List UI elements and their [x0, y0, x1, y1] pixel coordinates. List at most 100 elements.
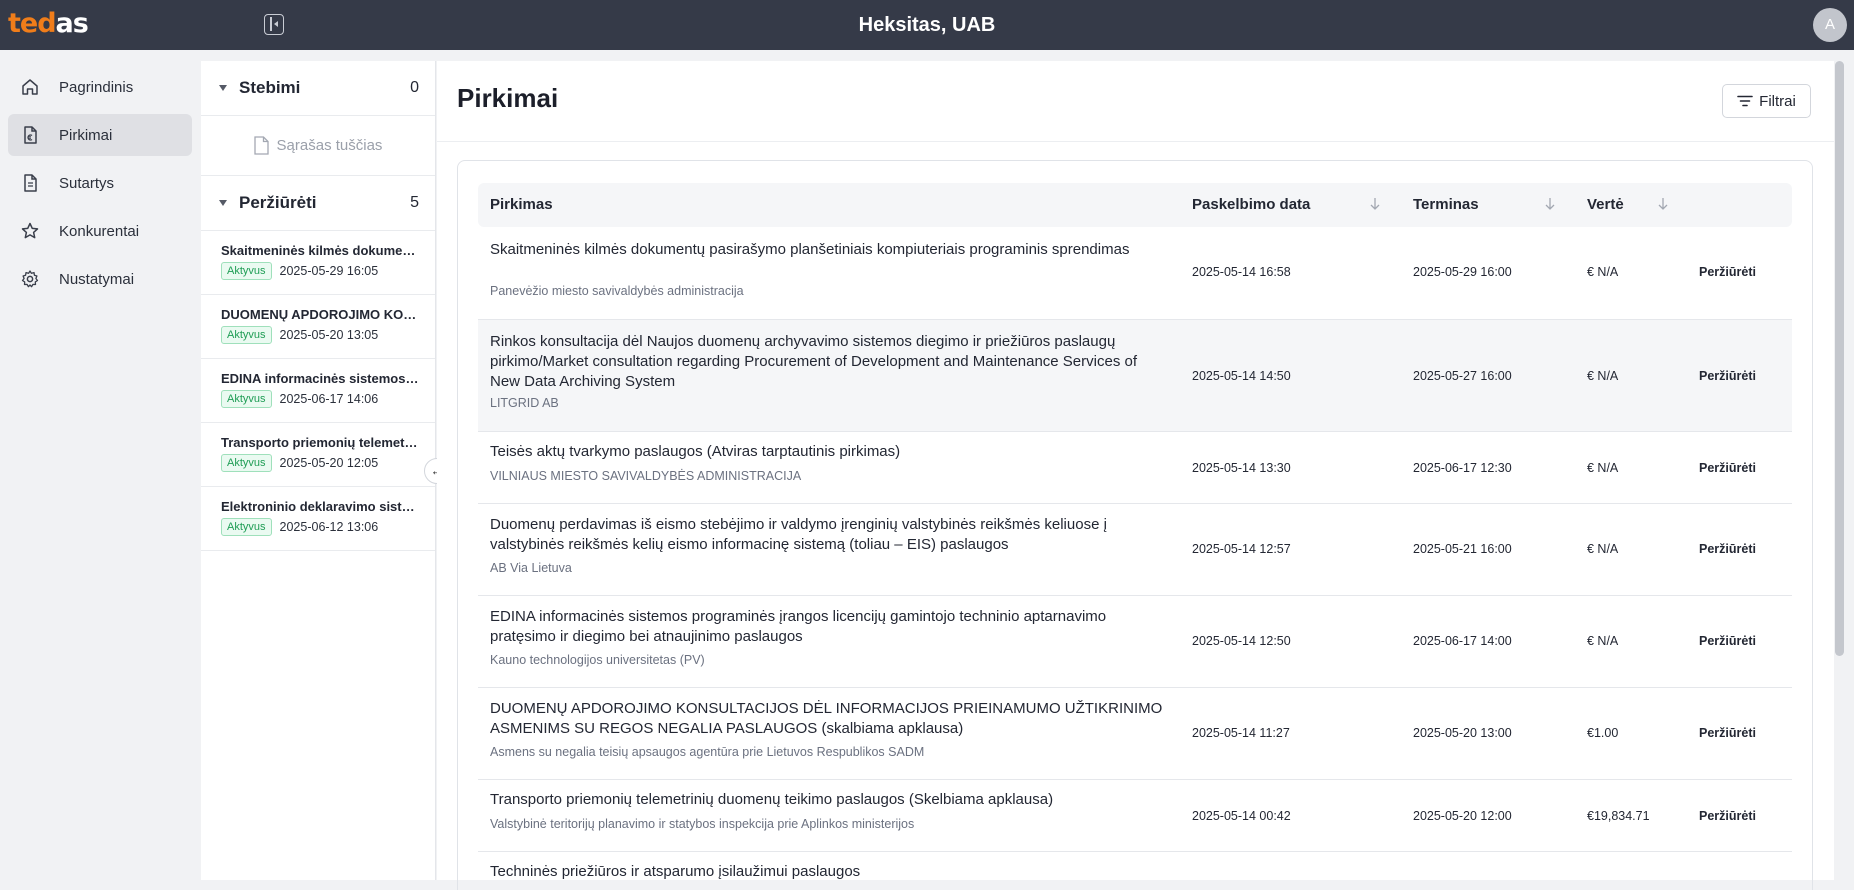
document-euro-icon — [24, 126, 37, 144]
procurement-table: Pirkimas Paskelbimo data Terminas Vertė … — [457, 160, 1813, 890]
view-link[interactable]: Peržiūrėti — [1699, 369, 1756, 383]
document-icon — [253, 136, 269, 155]
sidebar-item-pagrindinis[interactable]: Pagrindinis — [8, 66, 192, 108]
status-badge: Aktyvus — [221, 262, 272, 280]
published-date: 2025-05-14 13:30 — [1192, 461, 1291, 475]
deadline-date: 2025-05-29 16:00 — [1413, 265, 1512, 279]
table-row[interactable]: Duomenų perdavimas iš eismo stebėjimo ir… — [478, 504, 1792, 596]
view-link[interactable]: Peržiūrėti — [1699, 634, 1756, 648]
view-link[interactable]: Peržiūrėti — [1699, 542, 1756, 556]
status-badge: Aktyvus — [221, 390, 272, 408]
section-count: 0 — [410, 79, 419, 96]
filter-button[interactable]: Filtrai — [1722, 84, 1811, 118]
view-link[interactable]: Peržiūrėti — [1699, 726, 1756, 740]
procurement-org: Asmens su negalia teisių apsaugos agentū… — [490, 745, 925, 759]
deadline-date: 2025-05-20 12:00 — [1413, 809, 1512, 823]
item-title: Skaitmeninės kilmės dokumentų pasirašymo… — [221, 243, 421, 258]
status-badge: Aktyvus — [221, 454, 272, 472]
sidebar-item-konkurentai[interactable]: Konkurentai — [8, 210, 192, 252]
published-date: 2025-05-14 12:50 — [1192, 634, 1291, 648]
procurement-title[interactable]: Duomenų perdavimas iš eismo stebėjimo ir… — [490, 515, 1170, 555]
list-item[interactable]: DUOMENŲ APDOROJIMO KONSULTACIJOS DĖL INF… — [201, 295, 435, 359]
deadline-date: 2025-05-21 16:00 — [1413, 542, 1512, 556]
value: € N/A — [1587, 369, 1619, 383]
procurement-org: AB Via Lietuva — [490, 561, 572, 575]
sidebar-item-sutartys[interactable]: Sutartys — [8, 162, 192, 204]
sidebar-item-label: Konkurentai — [59, 222, 140, 240]
procurement-org: LITGRID AB — [490, 396, 559, 410]
value: €19,834.71 — [1587, 809, 1650, 823]
procurement-title[interactable]: Transporto priemonių telemetrinių duomen… — [490, 790, 1170, 810]
procurement-org: VILNIAUS MIESTO SAVIVALDYBĖS ADMINISTRAC… — [490, 469, 802, 483]
sidebar-item-pirkimai[interactable]: Pirkimai — [8, 114, 192, 156]
item-date: 2025-05-20 13:05 — [279, 328, 379, 342]
value: € N/A — [1587, 265, 1619, 279]
sort-arrow-icon[interactable] — [1657, 197, 1669, 211]
value: € N/A — [1587, 542, 1619, 556]
star-icon — [21, 222, 39, 239]
column-header-deadline[interactable]: Terminas — [1413, 183, 1479, 227]
deadline-date: 2025-06-17 14:00 — [1413, 634, 1512, 648]
table-row[interactable]: Rinkos konsultacija dėl Naujos duomenų a… — [478, 320, 1792, 432]
sidebar-item-nustatymai[interactable]: Nustatymai — [8, 258, 192, 300]
table-row[interactable]: DUOMENŲ APDOROJIMO KONSULTACIJOS DĖL INF… — [478, 688, 1792, 780]
table-row[interactable]: Teisės aktų tvarkymo paslaugos (Atviras … — [478, 432, 1792, 504]
collapse-triangle-icon[interactable] — [219, 200, 227, 206]
sidebar-item-label: Pirkimai — [59, 126, 113, 144]
item-title: DUOMENŲ APDOROJIMO KONSULTACIJOS DĖL INF… — [221, 307, 421, 322]
filter-label: Filtrai — [1759, 92, 1796, 110]
column-header-published[interactable]: Paskelbimo data — [1192, 183, 1310, 227]
list-item[interactable]: EDINA informacinės sistemos programinės … — [201, 359, 435, 423]
procurement-title[interactable]: DUOMENŲ APDOROJIMO KONSULTACIJOS DĖL INF… — [490, 699, 1170, 739]
table-row[interactable]: Techninės priežiūros ir atsparumo įsilau… — [478, 852, 1792, 890]
column-header-value[interactable]: Vertė — [1587, 183, 1624, 227]
filter-icon — [1737, 95, 1753, 107]
sidebar-item-label: Pagrindinis — [59, 78, 134, 96]
sidebar-item-label: Sutartys — [59, 174, 115, 192]
page-scrollbar[interactable] — [1835, 61, 1844, 656]
procurement-title[interactable]: Teisės aktų tvarkymo paslaugos (Atviras … — [490, 442, 1170, 462]
procurement-org: Valstybinė teritorijų planavimo ir staty… — [490, 817, 915, 831]
sidebar-nav: Pagrindinis Pirkimai Sutartys Konkurenta… — [8, 66, 192, 306]
value: € N/A — [1587, 461, 1619, 475]
table-header: Pirkimas Paskelbimo data Terminas Vertė — [478, 183, 1792, 227]
main-content: Pirkimai Filtrai Pirkimas Paskelbimo dat… — [437, 61, 1834, 890]
table-row[interactable]: Transporto priemonių telemetrinių duomen… — [478, 780, 1792, 852]
section-watching-header[interactable]: Stebimi 0 — [201, 61, 435, 116]
list-item[interactable]: Transporto priemonių telemetrinių duomen… — [201, 423, 435, 487]
view-link[interactable]: Peržiūrėti — [1699, 809, 1756, 823]
procurement-title[interactable]: Rinkos konsultacija dėl Naujos duomenų a… — [490, 332, 1170, 392]
list-item[interactable]: Elektroninio deklaravimo sistemos Aktyvu… — [201, 487, 435, 551]
section-count: 5 — [410, 194, 419, 211]
deadline-date: 2025-06-17 12:30 — [1413, 461, 1512, 475]
procurement-org: Panevėžio miesto savivaldybės administra… — [490, 284, 744, 298]
document-icon — [24, 174, 37, 192]
view-link[interactable]: Peržiūrėti — [1699, 461, 1756, 475]
view-link[interactable]: Peržiūrėti — [1699, 265, 1756, 279]
procurement-title[interactable]: EDINA informacinės sistemos programinės … — [490, 607, 1170, 647]
published-date: 2025-05-14 11:27 — [1192, 726, 1290, 740]
company-name: Heksitas, UAB — [858, 14, 996, 36]
table-row[interactable]: Skaitmeninės kilmės dokumentų pasirašymo… — [478, 227, 1792, 320]
divider — [437, 141, 1834, 142]
procurement-title[interactable]: Skaitmeninės kilmės dokumentų pasirašymo… — [490, 240, 1170, 260]
status-badge: Aktyvus — [221, 326, 272, 344]
section-title: Peržiūrėti — [239, 193, 317, 212]
sort-arrow-icon[interactable] — [1369, 197, 1381, 211]
section-viewed-header[interactable]: Peržiūrėti 5 — [201, 176, 435, 231]
table-row[interactable]: EDINA informacinės sistemos programinės … — [478, 596, 1792, 688]
gear-icon — [21, 270, 39, 288]
list-item[interactable]: Skaitmeninės kilmės dokumentų pasirašymo… — [201, 231, 435, 295]
procurement-title[interactable]: Techninės priežiūros ir atsparumo įsilau… — [490, 862, 1170, 882]
item-date: 2025-05-29 16:05 — [279, 264, 379, 278]
published-date: 2025-05-14 14:50 — [1192, 369, 1291, 383]
collapse-triangle-icon[interactable] — [219, 85, 227, 91]
section-title: Stebimi — [239, 78, 301, 97]
sort-arrow-icon[interactable] — [1544, 197, 1556, 211]
empty-list-message: Sąrašas tuščias — [201, 116, 435, 176]
page-title: Pirkimai — [457, 83, 559, 113]
user-avatar[interactable]: A — [1813, 8, 1847, 42]
column-header-pirkimas[interactable]: Pirkimas — [490, 183, 553, 227]
deadline-date: 2025-05-20 13:00 — [1413, 726, 1512, 740]
item-title: Elektroninio deklaravimo sistemos — [221, 499, 421, 514]
